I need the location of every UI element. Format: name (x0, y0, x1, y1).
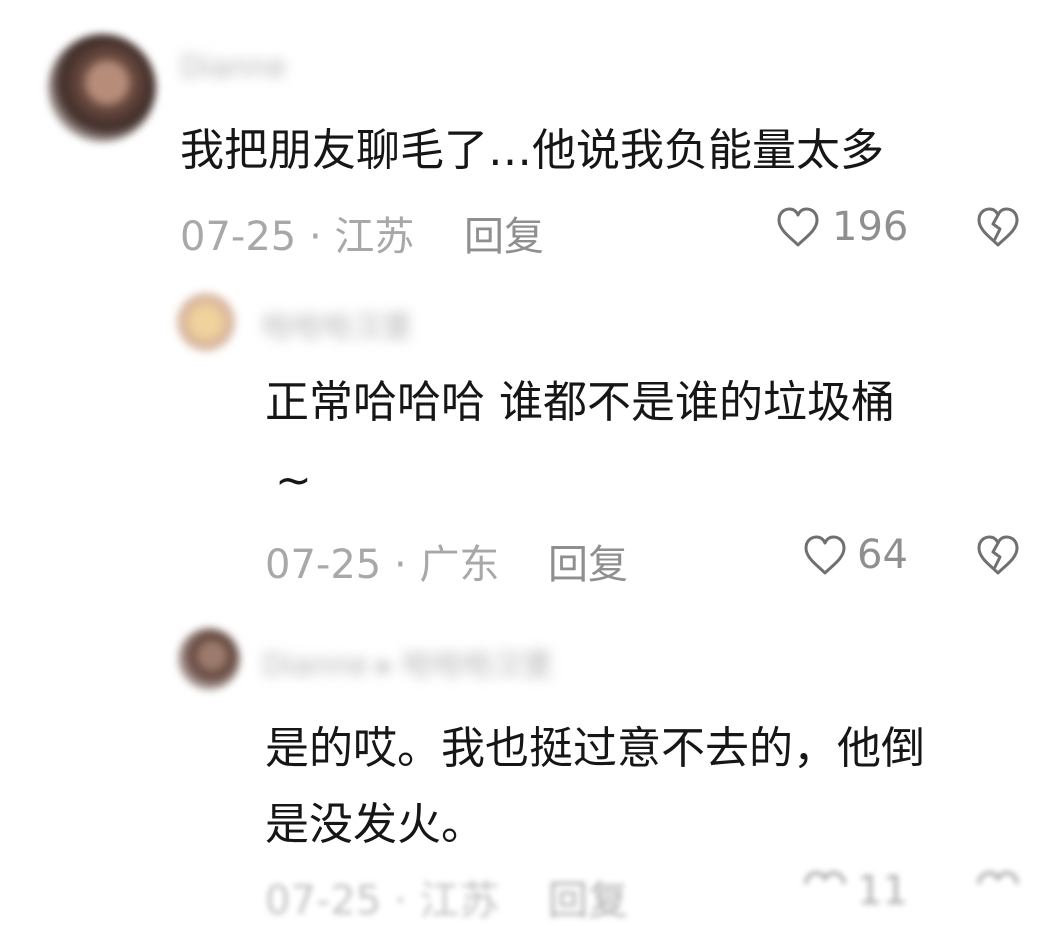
comment-location: 江苏 (334, 214, 415, 260)
comment-meta: 07-25 · 广东 (265, 532, 499, 590)
meta-separator: · (393, 542, 407, 588)
meta-separator: · (308, 214, 322, 260)
like-count: 196 (832, 204, 909, 250)
comment-meta: 07-25 · 江苏 (180, 204, 414, 262)
broken-heart-icon[interactable] (975, 534, 1021, 576)
username[interactable]: Dianne ▸ 哈哈哈汉堡 (262, 640, 552, 684)
heart-outline-icon[interactable] (803, 870, 847, 887)
user-avatar[interactable] (48, 34, 156, 142)
reply-button[interactable]: 回复 (548, 532, 628, 590)
comment-meta: 07-25 · 江苏 (265, 868, 499, 926)
user-avatar[interactable] (176, 292, 236, 352)
heart-outline-icon[interactable] (803, 534, 847, 576)
comment-text-continued: 是没发火。 (265, 799, 485, 850)
username[interactable]: Dianne (180, 50, 286, 85)
like-count: 64 (857, 532, 908, 578)
heart-outline-icon[interactable] (776, 206, 820, 248)
reply-button[interactable]: 回复 (548, 868, 628, 926)
broken-heart-icon[interactable] (975, 206, 1021, 248)
comment-date: 07-25 (265, 542, 382, 588)
comment-date: 07-25 (265, 878, 382, 924)
reply-button[interactable]: 回复 (464, 204, 544, 262)
comment-text: 是的哎。我也挺过意不去的，他倒 (265, 723, 925, 774)
comment-date: 07-25 (180, 214, 297, 260)
comment-location: 广东 (419, 542, 500, 588)
user-avatar[interactable] (178, 628, 240, 690)
like-count: 11 (857, 868, 908, 914)
comment-text: 我把朋友聊毛了…他说我负能量太多 (180, 125, 884, 176)
comment-location: 江苏 (419, 878, 500, 924)
username[interactable]: 哈哈哈汉堡 (262, 302, 412, 346)
comment-text: 正常哈哈哈 谁都不是谁的垃圾桶 (265, 377, 895, 428)
meta-separator: · (393, 878, 407, 924)
broken-heart-icon[interactable] (975, 870, 1021, 887)
comment-text-continued: ~ (275, 455, 312, 506)
